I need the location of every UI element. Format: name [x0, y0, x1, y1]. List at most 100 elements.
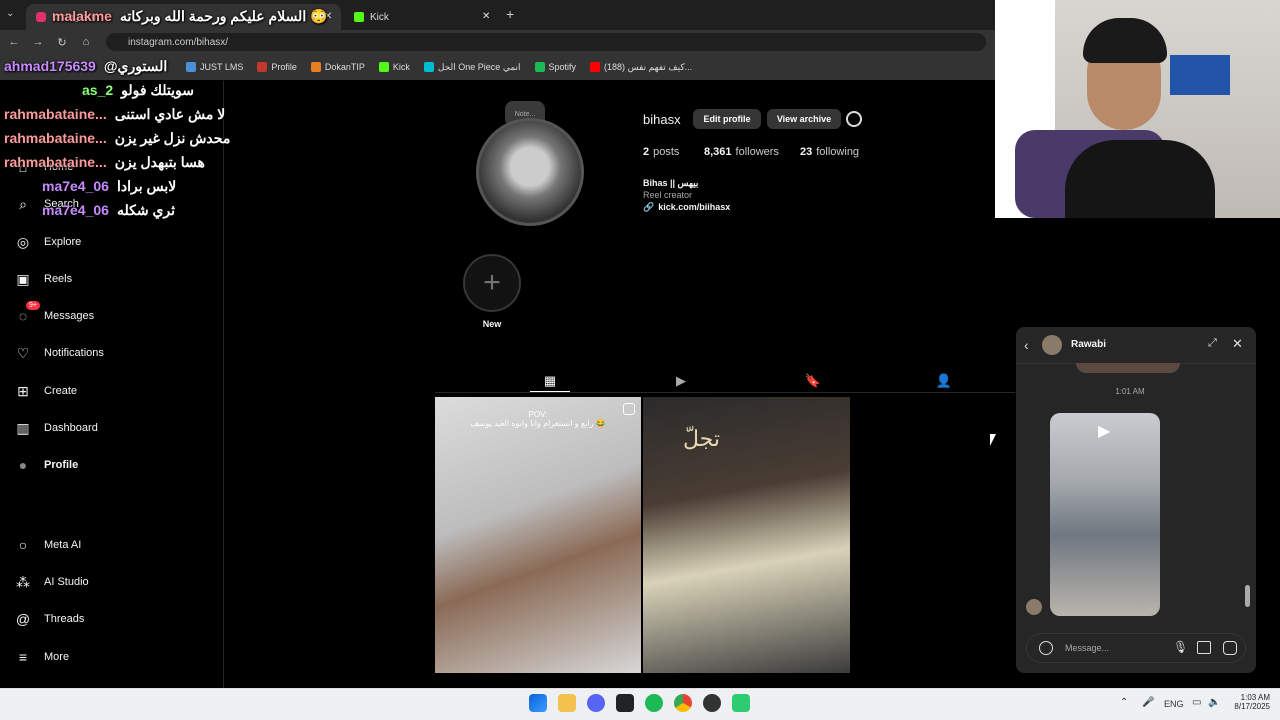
post-thumbnail[interactable]: POV: رابع و انستغرام وانا وابوه العيد يو… [435, 397, 641, 673]
bookmark-item[interactable]: Kick [378, 62, 410, 72]
network-icon[interactable]: ▭ [1192, 697, 1201, 708]
post-thumbnail[interactable]: تجلّ [643, 397, 850, 673]
emoji-icon[interactable] [1039, 641, 1053, 655]
sticker-icon[interactable] [1223, 641, 1237, 655]
sidebar-item-label: Reels [44, 273, 73, 285]
message-badge: 9+ [26, 301, 40, 310]
back-icon[interactable]: ← [6, 34, 22, 50]
chat-username: ma7e4_06 [42, 178, 109, 194]
sidebar-item-create[interactable]: ⊞ Create [14, 378, 77, 404]
saved-tab-icon[interactable]: 🔖 [805, 373, 821, 389]
home-button-icon[interactable]: ⌂ [78, 34, 94, 50]
discord-icon[interactable] [587, 694, 605, 712]
clock[interactable]: 1:03 AM 8/17/2025 [1222, 693, 1270, 711]
followers-stat[interactable]: 8,361 followers [704, 146, 779, 158]
chat-message: as_2 سويتلك فولو [82, 82, 194, 99]
sidebar-item-reels[interactable]: ▣ Reels [14, 266, 72, 292]
bio-link[interactable]: 🔗 kick.com/biihasx [643, 202, 730, 213]
chat-message: ma7e4_06 لابس برادا [42, 178, 176, 195]
bookmark-label: JUST LMS [200, 62, 244, 72]
video-message[interactable]: ▶ [1050, 413, 1160, 616]
chat-username: rahmabataine... [4, 154, 107, 170]
obs-icon[interactable] [703, 694, 721, 712]
dm-panel: ‹ Rawabi ⤢ ✕ 1:01 AM ▶ Message... 🎙 [1016, 327, 1256, 673]
chat-message: ma7e4_06 ثري شكله [42, 202, 175, 219]
sidebar-item-label: Notifications [44, 347, 104, 359]
message-input-box: Message... 🎙 [1026, 633, 1246, 663]
sidebar-item-ai-studio[interactable]: ⁂ AI Studio [14, 569, 89, 595]
reels-tab-icon[interactable]: ▶ [673, 373, 689, 389]
new-highlight-label: New [482, 319, 502, 329]
bookmark-icon [257, 62, 268, 72]
url-input[interactable]: instagram.com/bihasx/ [106, 33, 986, 51]
forward-icon[interactable]: → [30, 34, 46, 50]
bookmark-item[interactable]: JUST LMS [186, 62, 243, 72]
close-icon[interactable]: ✕ [1232, 336, 1243, 352]
dm-scrollbar[interactable] [1245, 367, 1250, 617]
tagged-tab-icon[interactable]: 👤 [936, 373, 952, 389]
windows-taskbar [0, 688, 1280, 720]
sidebar-item-notifications[interactable]: ♡ Notifications [14, 340, 104, 366]
bookmark-icon [378, 62, 389, 72]
posts-count: 2 [643, 146, 650, 158]
chat-message: rahmabataine... هسا بتبهدل يزن [4, 154, 205, 171]
bookmark-item[interactable]: Profile [257, 62, 297, 72]
ai-studio-icon: ⁂ [16, 573, 30, 590]
windows-start-icon[interactable] [529, 694, 547, 712]
settings-gear-icon[interactable] [846, 111, 862, 127]
microphone-icon[interactable]: 🎙 [1173, 640, 1188, 654]
posts-label: posts [653, 146, 680, 158]
bookmark-item[interactable]: (188) كيف تفهم نفس... [590, 62, 692, 73]
reload-icon[interactable]: ↻ [54, 34, 70, 50]
posts-stat: 2 posts [643, 146, 679, 158]
display-name: Bihas || بيهس [643, 178, 699, 188]
chat-text: لابس برادا [116, 178, 177, 194]
back-chevron-icon[interactable]: ‹ [1024, 337, 1029, 353]
sidebar-item-profile[interactable]: ● Profile [14, 452, 78, 478]
bookmark-item[interactable]: DokanTIP [310, 62, 365, 72]
volume-icon[interactable]: 🔈 [1208, 697, 1220, 708]
search-icon: ⌕ [19, 195, 27, 212]
view-archive-button[interactable]: View archive [767, 109, 841, 129]
chat-username: ma7e4_06 [42, 202, 109, 218]
sidebar-item-more[interactable]: ≡ More [14, 644, 69, 670]
file-explorer-icon[interactable] [558, 694, 576, 712]
chat-message: malakme السلام عليكم ورحمة الله وبركاته 😳 [52, 8, 328, 25]
sidebar-item-explore[interactable]: ◎ Explore [14, 229, 81, 255]
sidebar-item-messages[interactable]: ◌ Messages 9+ [14, 301, 94, 329]
new-highlight-button[interactable]: + [463, 254, 521, 312]
chat-message: rahmabataine... محدش نزل غير يزن [4, 130, 230, 147]
bookmark-item[interactable]: الحل One Piece انمي [423, 62, 521, 73]
bio-link-text: kick.com/biihasx [658, 202, 731, 212]
new-tab-button[interactable]: + [506, 6, 514, 22]
threads-icon: @ [15, 611, 31, 627]
tray-chevron-icon[interactable]: ⌃ [1120, 697, 1128, 708]
tab-list-icon[interactable]: ⌄ [6, 8, 20, 22]
sidebar-item-label: Create [44, 385, 78, 397]
app-icon[interactable] [732, 694, 750, 712]
chrome-icon[interactable] [674, 694, 692, 712]
language-indicator[interactable]: ENG [1164, 699, 1184, 709]
edit-profile-button[interactable]: Edit profile [693, 109, 761, 129]
sidebar-item-dashboard[interactable]: ▥ Dashboard [14, 415, 97, 441]
following-stat[interactable]: 23 following [800, 146, 859, 158]
sidebar-item-threads[interactable]: @ Threads [14, 606, 84, 632]
profile-avatar[interactable] [476, 118, 584, 226]
avatar [1042, 335, 1062, 355]
sidebar-item-meta-ai[interactable]: ○ Meta AI [14, 532, 82, 558]
sidebar-item-label: Meta AI [44, 539, 82, 551]
message-input[interactable]: Message... [1065, 643, 1109, 653]
expand-icon[interactable]: ⤢ [1208, 337, 1217, 350]
bookmark-label: DokanTIP [324, 62, 365, 72]
tab-kick[interactable]: Kick ✕ [344, 4, 494, 30]
app-icon[interactable] [616, 694, 634, 712]
microphone-tray-icon[interactable]: 🎤 [1142, 697, 1154, 708]
clock-date: 8/17/2025 [1234, 702, 1270, 711]
spotify-icon[interactable] [645, 694, 663, 712]
image-icon[interactable] [1197, 641, 1211, 654]
bookmark-item[interactable]: Spotify [534, 62, 576, 72]
close-tab-icon[interactable]: ✕ [482, 11, 490, 22]
posts-grid-tab-icon[interactable]: ▦ [542, 373, 558, 389]
bookmark-label: Kick [392, 62, 410, 72]
chat-text: السلام عليكم ورحمة الله وبركاته 😳 [119, 8, 328, 24]
